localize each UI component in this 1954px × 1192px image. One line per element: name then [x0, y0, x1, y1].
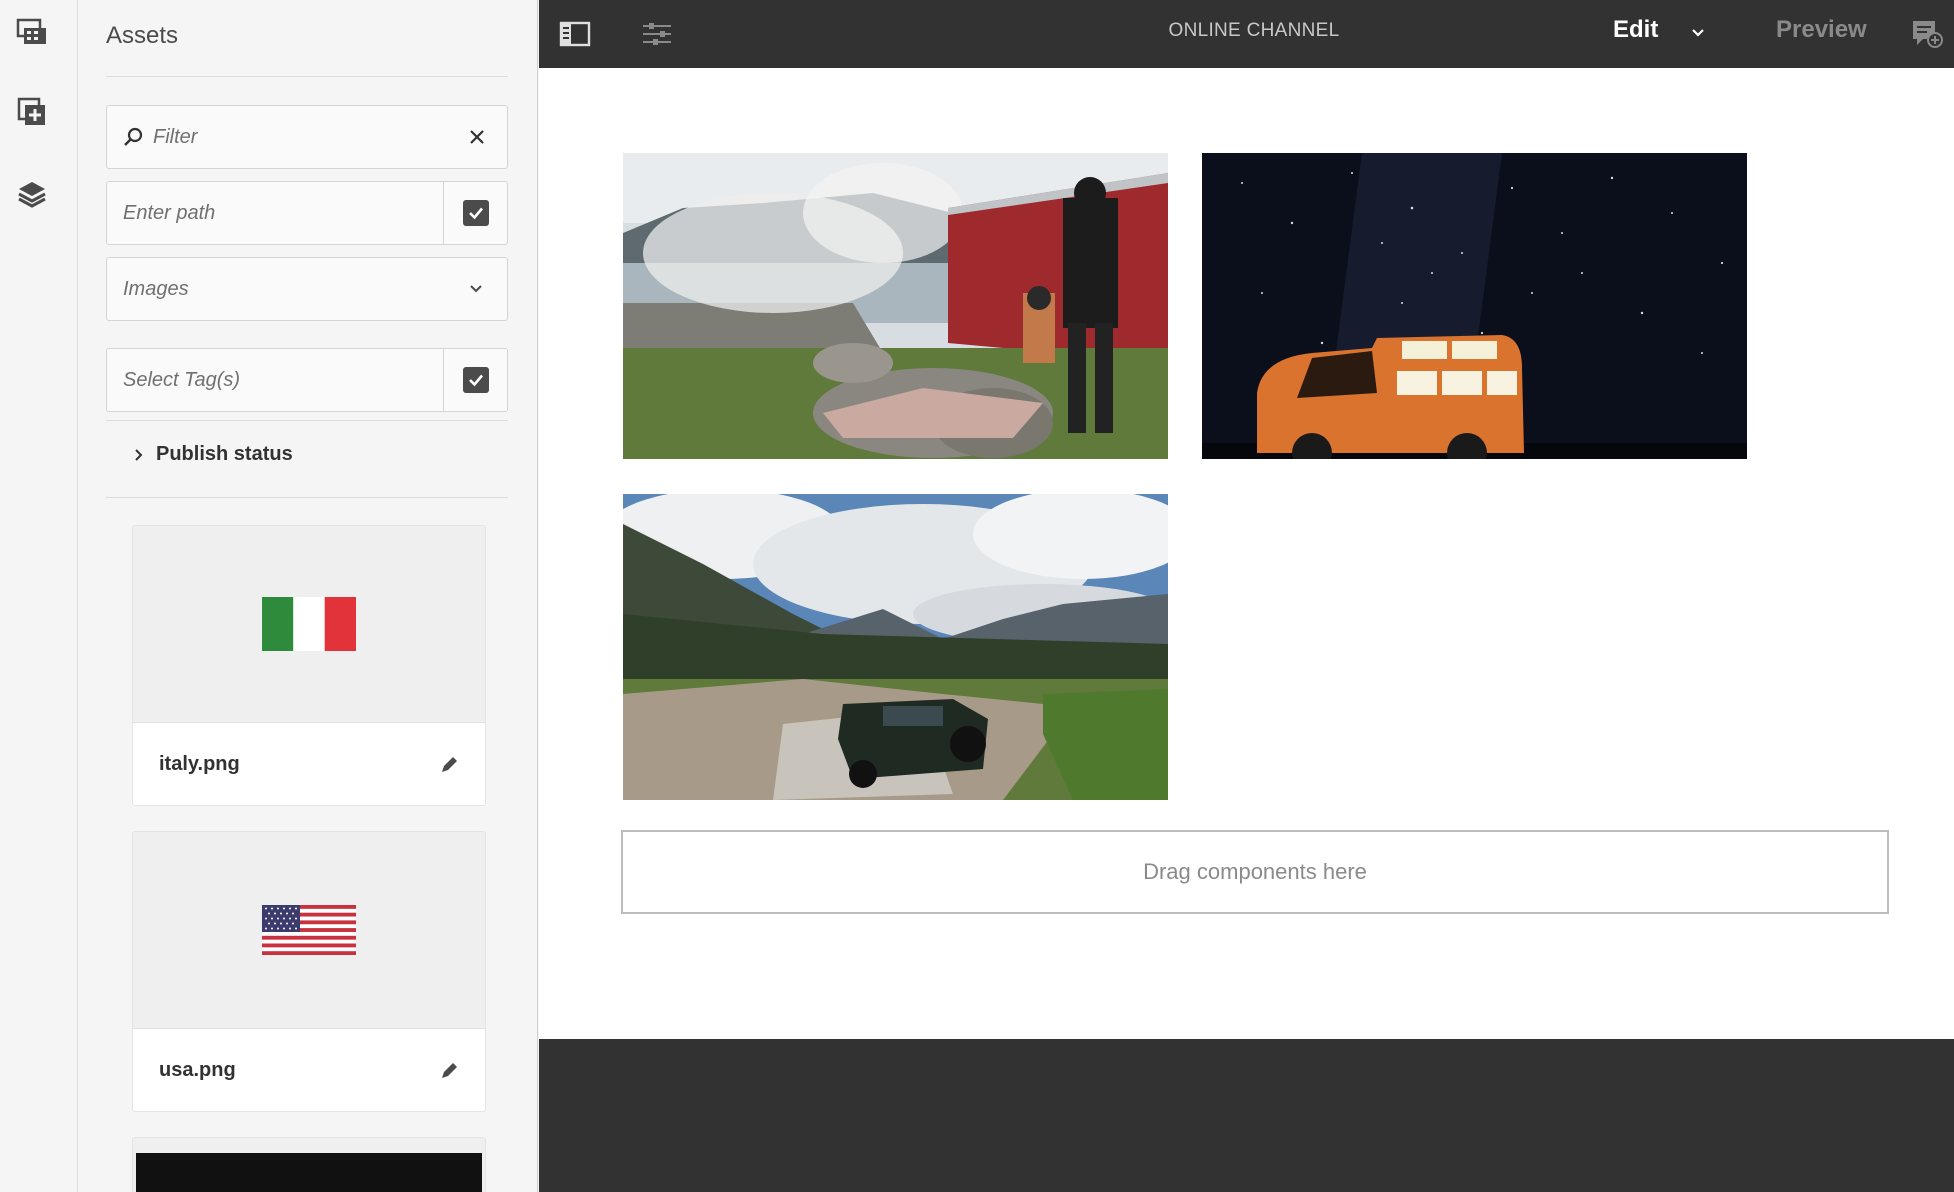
asset-name: usa.png: [159, 1058, 236, 1081]
preview-button[interactable]: Preview: [1776, 16, 1867, 44]
usa-flag-image: [262, 905, 356, 955]
path-browse-button[interactable]: [443, 182, 507, 244]
asset-type-select[interactable]: Images: [106, 257, 508, 321]
publish-status-toggle[interactable]: Publish status: [134, 443, 293, 466]
tags-input[interactable]: [107, 349, 443, 411]
panel-divider: [106, 76, 508, 77]
drag-components-dropzone[interactable]: Drag components here: [621, 830, 1889, 914]
edit-mode-label: Edit: [1613, 16, 1659, 43]
image-component[interactable]: [1202, 153, 1747, 459]
chevron-down-icon: [1691, 17, 1705, 45]
page-canvas: Drag components here: [539, 68, 1954, 1039]
assets-panel: Assets Images: [79, 0, 538, 1192]
asset-thumbnail: [136, 1153, 482, 1192]
italy-flag-image: [262, 597, 356, 651]
panel-divider: [106, 497, 508, 498]
asset-card[interactable]: usa.png: [132, 831, 486, 1112]
asset-type-value: Images: [123, 277, 189, 300]
dropzone-label: Drag components here: [1143, 859, 1367, 884]
check-icon: [462, 200, 489, 226]
image-component[interactable]: [623, 153, 1168, 459]
asset-thumbnail: [133, 526, 485, 723]
panel-divider: [106, 420, 508, 421]
content-tree-icon[interactable]: [14, 176, 50, 212]
page-title: ONLINE CHANNEL: [1168, 20, 1340, 41]
chevron-right-icon: [134, 448, 144, 462]
path-input[interactable]: [107, 182, 443, 244]
asset-card[interactable]: [132, 1137, 486, 1192]
path-field: [106, 181, 508, 245]
filter-field: [106, 105, 508, 169]
annotate-icon[interactable]: [1907, 14, 1947, 54]
asset-name: italy.png: [159, 752, 240, 775]
tags-field: [106, 348, 508, 412]
search-icon: [123, 127, 143, 147]
asset-thumbnail: [133, 832, 485, 1029]
panel-title: Assets: [106, 22, 179, 49]
canvas-footer: [539, 1039, 1954, 1192]
tags-picker-button[interactable]: [443, 349, 507, 411]
chevron-down-icon: [469, 284, 483, 294]
assets-icon[interactable]: [14, 14, 50, 50]
pencil-icon[interactable]: [441, 755, 459, 773]
filter-input[interactable]: [153, 106, 453, 168]
side-rail: [0, 0, 78, 1192]
components-icon[interactable]: [14, 94, 50, 130]
river-suv-photo: [623, 494, 1168, 800]
edit-mode-button[interactable]: Edit: [1613, 16, 1705, 45]
pencil-icon[interactable]: [441, 1061, 459, 1079]
night-van-photo: [1202, 153, 1747, 459]
image-component[interactable]: [623, 494, 1168, 800]
campfire-photo: [623, 153, 1168, 459]
close-icon[interactable]: [469, 129, 485, 145]
editor-toolbar: ONLINE CHANNEL Edit Preview: [539, 0, 1954, 68]
check-icon: [462, 367, 489, 393]
asset-card[interactable]: italy.png: [132, 525, 486, 806]
publish-status-label: Publish status: [156, 443, 293, 465]
